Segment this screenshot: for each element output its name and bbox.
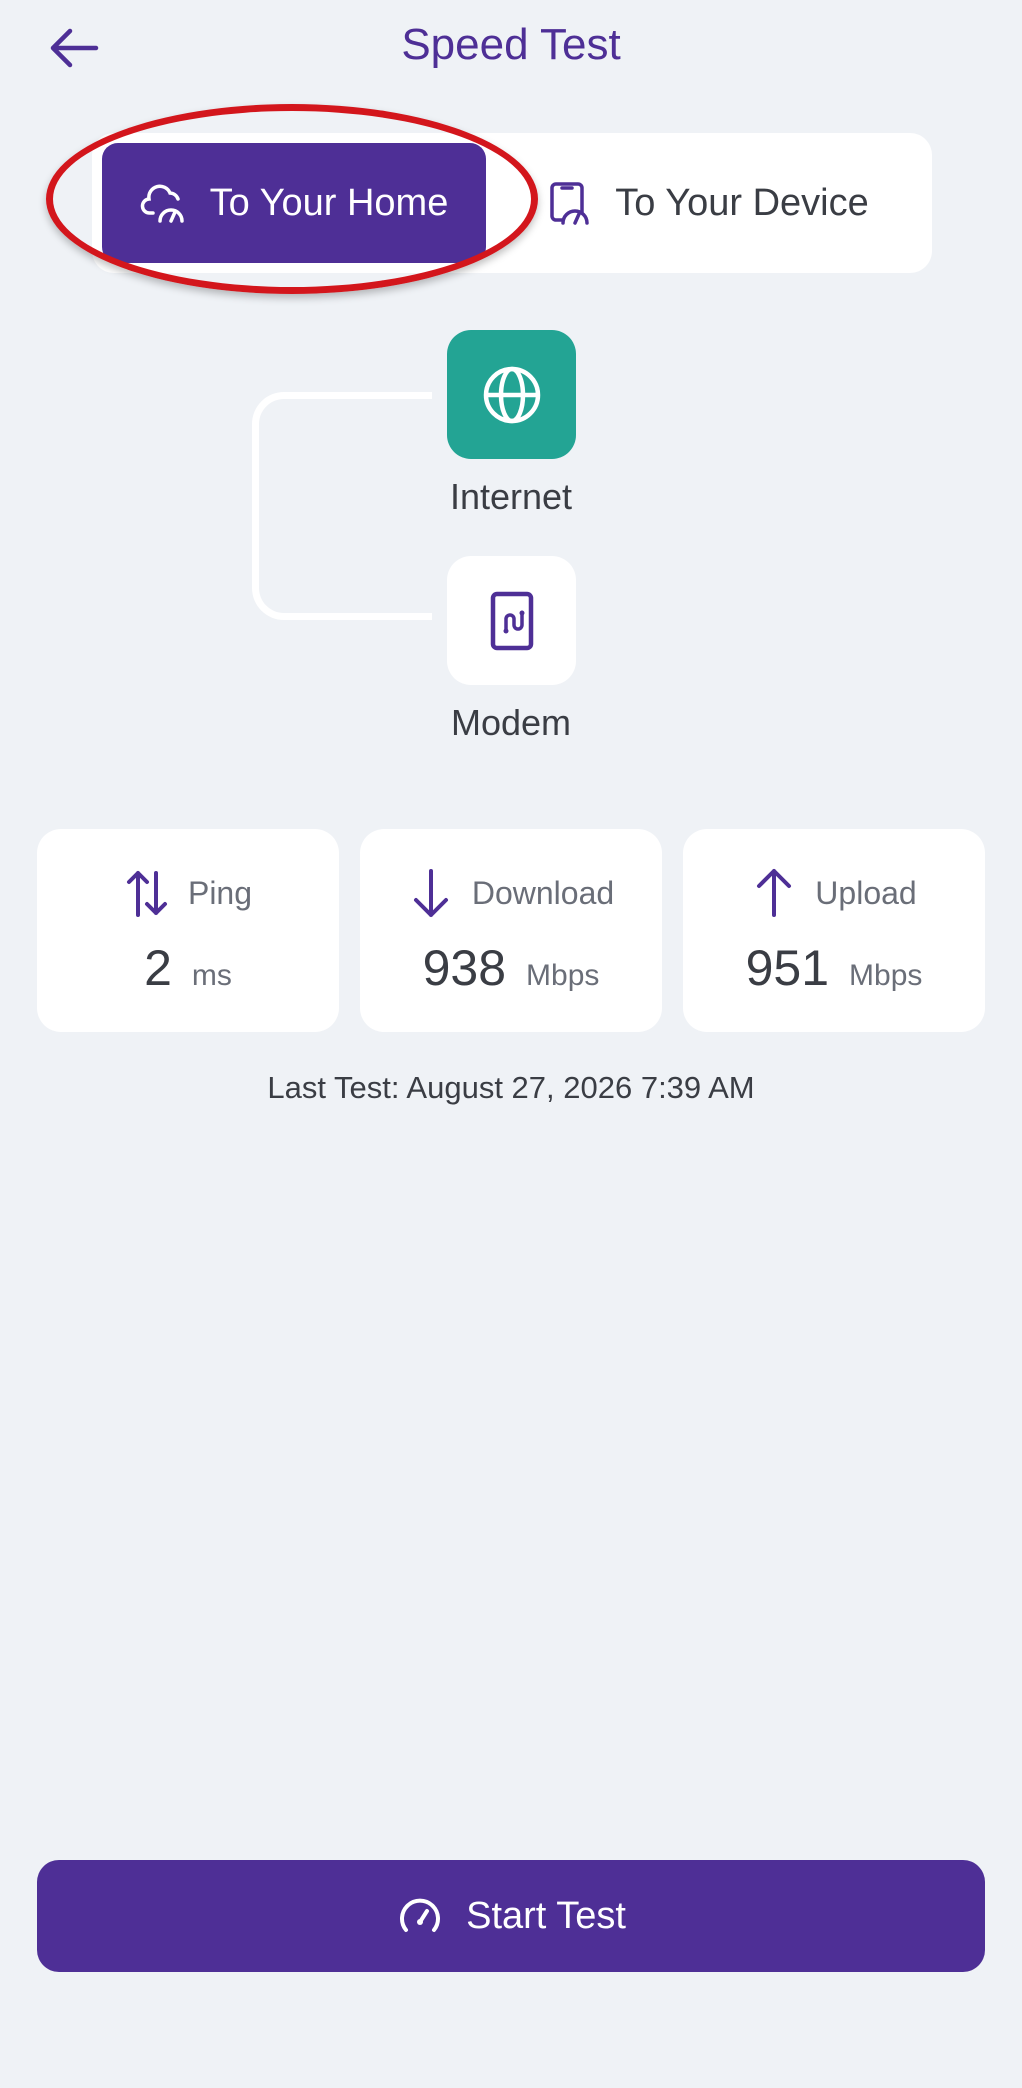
modem-node bbox=[447, 556, 576, 685]
device-speedometer-icon bbox=[550, 182, 589, 225]
up-down-arrows-icon bbox=[126, 871, 167, 917]
upload-value: 951 bbox=[745, 940, 830, 996]
upload-card: Upload 951 Mbps bbox=[683, 829, 985, 1032]
to-your-device-tab[interactable]: To Your Device bbox=[492, 143, 922, 263]
download-label: Download bbox=[471, 874, 615, 911]
download-card: Download 938 Mbps bbox=[360, 829, 662, 1032]
ping-value: 2 bbox=[144, 940, 172, 996]
speedometer-icon bbox=[400, 1898, 441, 1932]
upload-unit: Mbps bbox=[849, 959, 923, 992]
test-target-toggle: To Your Home To Your Device bbox=[92, 133, 932, 273]
modem-icon bbox=[490, 591, 533, 650]
to-your-home-tab[interactable]: To Your Home bbox=[102, 143, 486, 263]
arrow-down-icon bbox=[413, 869, 448, 917]
internet-node bbox=[447, 330, 576, 459]
cloud-speedometer-icon bbox=[140, 184, 184, 223]
upload-label: Upload bbox=[815, 874, 917, 911]
page-title: Speed Test bbox=[401, 20, 621, 69]
to-your-home-label: To Your Home bbox=[209, 181, 449, 224]
internet-label: Internet bbox=[449, 476, 573, 517]
app-header: Speed Test bbox=[0, 0, 1022, 100]
start-test-button[interactable]: Start Test bbox=[37, 1860, 985, 1972]
to-your-device-label: To Your Device bbox=[615, 181, 869, 224]
modem-label: Modem bbox=[450, 702, 572, 743]
ping-card: Ping 2 ms bbox=[37, 829, 339, 1032]
download-unit: Mbps bbox=[526, 959, 600, 992]
ping-label: Ping bbox=[187, 874, 253, 911]
last-test-timestamp: Last Test: August 27, 2026 7:39 AM bbox=[267, 1070, 755, 1105]
arrow-up-icon bbox=[757, 869, 792, 917]
ping-unit: ms bbox=[191, 959, 232, 992]
download-value: 938 bbox=[422, 940, 507, 996]
start-test-label: Start Test bbox=[466, 1894, 626, 1937]
globe-icon bbox=[483, 366, 540, 423]
